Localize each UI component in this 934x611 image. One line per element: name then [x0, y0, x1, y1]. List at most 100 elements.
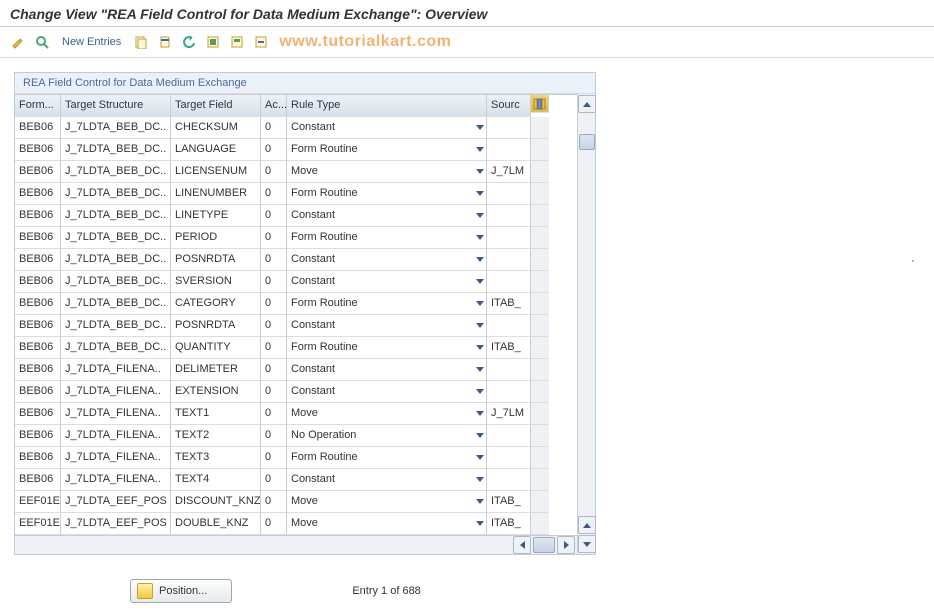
- cell-source[interactable]: ITAB_: [487, 293, 531, 315]
- cell-ac[interactable]: 0: [261, 513, 287, 535]
- cell-source[interactable]: ITAB_: [487, 337, 531, 359]
- cell-target-structure[interactable]: J_7LDTA_BEB_DC..: [61, 337, 171, 359]
- cell-target-field[interactable]: CHECKSUM: [171, 117, 261, 139]
- col-source[interactable]: Sourc: [487, 95, 531, 117]
- cell-target-structure[interactable]: J_7LDTA_EEF_POS: [61, 491, 171, 513]
- cell-ac[interactable]: 0: [261, 271, 287, 293]
- col-form[interactable]: Form...: [15, 95, 61, 117]
- cell-form[interactable]: EEF01E: [15, 513, 61, 535]
- cell-target-structure[interactable]: J_7LDTA_FILENA..: [61, 425, 171, 447]
- undo-icon[interactable]: [179, 32, 199, 52]
- cell-form[interactable]: BEB06: [15, 447, 61, 469]
- cell-source[interactable]: [487, 469, 531, 491]
- vscroll-thumb[interactable]: [579, 134, 595, 150]
- dropdown-icon[interactable]: [476, 125, 484, 130]
- cell-form[interactable]: BEB06: [15, 293, 61, 315]
- cell-source[interactable]: ITAB_: [487, 491, 531, 513]
- other-entry-icon[interactable]: [32, 32, 52, 52]
- cell-source[interactable]: [487, 249, 531, 271]
- cell-source[interactable]: [487, 205, 531, 227]
- dropdown-icon[interactable]: [476, 433, 484, 438]
- cell-rule-type[interactable]: Move: [287, 513, 487, 535]
- cell-form[interactable]: BEB06: [15, 117, 61, 139]
- cell-target-structure[interactable]: J_7LDTA_FILENA..: [61, 447, 171, 469]
- cell-target-field[interactable]: CATEGORY: [171, 293, 261, 315]
- cell-ac[interactable]: 0: [261, 447, 287, 469]
- toggle-display-change-icon[interactable]: [8, 32, 28, 52]
- cell-source[interactable]: [487, 139, 531, 161]
- cell-ac[interactable]: 0: [261, 249, 287, 271]
- cell-target-structure[interactable]: J_7LDTA_BEB_DC..: [61, 271, 171, 293]
- cell-ac[interactable]: 0: [261, 117, 287, 139]
- cell-target-field[interactable]: POSNRDTA: [171, 315, 261, 337]
- select-block-icon[interactable]: [227, 32, 247, 52]
- cell-ac[interactable]: 0: [261, 161, 287, 183]
- dropdown-icon[interactable]: [476, 191, 484, 196]
- cell-form[interactable]: BEB06: [15, 205, 61, 227]
- cell-target-field[interactable]: QUANTITY: [171, 337, 261, 359]
- dropdown-icon[interactable]: [476, 477, 484, 482]
- cell-target-structure[interactable]: J_7LDTA_FILENA..: [61, 403, 171, 425]
- cell-source[interactable]: [487, 271, 531, 293]
- cell-rule-type[interactable]: Constant: [287, 271, 487, 293]
- cell-rule-type[interactable]: Form Routine: [287, 447, 487, 469]
- cell-rule-type[interactable]: Constant: [287, 469, 487, 491]
- cell-rule-type[interactable]: Form Routine: [287, 183, 487, 205]
- cell-rule-type[interactable]: Move: [287, 403, 487, 425]
- dropdown-icon[interactable]: [476, 323, 484, 328]
- cell-source[interactable]: [487, 315, 531, 337]
- cell-ac[interactable]: 0: [261, 403, 287, 425]
- dropdown-icon[interactable]: [476, 521, 484, 526]
- cell-rule-type[interactable]: Form Routine: [287, 337, 487, 359]
- dropdown-icon[interactable]: [476, 301, 484, 306]
- col-rule-type[interactable]: Rule Type: [287, 95, 487, 117]
- cell-form[interactable]: EEF01E: [15, 491, 61, 513]
- cell-target-field[interactable]: LINETYPE: [171, 205, 261, 227]
- cell-ac[interactable]: 0: [261, 139, 287, 161]
- cell-target-field[interactable]: SVERSION: [171, 271, 261, 293]
- cell-target-structure[interactable]: J_7LDTA_EEF_POS: [61, 513, 171, 535]
- cell-target-structure[interactable]: J_7LDTA_BEB_DC..: [61, 249, 171, 271]
- cell-source[interactable]: [487, 117, 531, 139]
- cell-rule-type[interactable]: Constant: [287, 117, 487, 139]
- cell-target-structure[interactable]: J_7LDTA_FILENA..: [61, 469, 171, 491]
- dropdown-icon[interactable]: [476, 499, 484, 504]
- cell-source[interactable]: [487, 359, 531, 381]
- configure-columns-icon[interactable]: [531, 95, 549, 113]
- cell-target-structure[interactable]: J_7LDTA_BEB_DC..: [61, 227, 171, 249]
- cell-rule-type[interactable]: Form Routine: [287, 293, 487, 315]
- cell-rule-type[interactable]: Constant: [287, 249, 487, 271]
- dropdown-icon[interactable]: [476, 235, 484, 240]
- cell-rule-type[interactable]: Move: [287, 491, 487, 513]
- cell-target-field[interactable]: DELIMETER: [171, 359, 261, 381]
- copy-as-icon[interactable]: [131, 32, 151, 52]
- cell-target-structure[interactable]: J_7LDTA_BEB_DC..: [61, 205, 171, 227]
- cell-ac[interactable]: 0: [261, 183, 287, 205]
- cell-target-field[interactable]: TEXT2: [171, 425, 261, 447]
- cell-form[interactable]: BEB06: [15, 315, 61, 337]
- cell-rule-type[interactable]: Constant: [287, 381, 487, 403]
- cell-source[interactable]: [487, 425, 531, 447]
- cell-ac[interactable]: 0: [261, 425, 287, 447]
- cell-ac[interactable]: 0: [261, 205, 287, 227]
- position-button[interactable]: Position...: [130, 579, 232, 603]
- cell-ac[interactable]: 0: [261, 359, 287, 381]
- cell-rule-type[interactable]: No Operation: [287, 425, 487, 447]
- cell-target-structure[interactable]: J_7LDTA_BEB_DC..: [61, 117, 171, 139]
- col-target-field[interactable]: Target Field: [171, 95, 261, 117]
- cell-form[interactable]: BEB06: [15, 271, 61, 293]
- dropdown-icon[interactable]: [476, 411, 484, 416]
- dropdown-icon[interactable]: [476, 257, 484, 262]
- deselect-all-icon[interactable]: [251, 32, 271, 52]
- cell-form[interactable]: BEB06: [15, 381, 61, 403]
- hscroll-left-icon[interactable]: [513, 536, 531, 554]
- cell-form[interactable]: BEB06: [15, 425, 61, 447]
- cell-form[interactable]: BEB06: [15, 183, 61, 205]
- hscroll-thumb[interactable]: [533, 537, 555, 553]
- vertical-scrollbar[interactable]: [577, 94, 595, 554]
- cell-target-field[interactable]: EXTENSION: [171, 381, 261, 403]
- cell-target-structure[interactable]: J_7LDTA_FILENA..: [61, 359, 171, 381]
- cell-rule-type[interactable]: Constant: [287, 205, 487, 227]
- cell-target-field[interactable]: TEXT4: [171, 469, 261, 491]
- cell-source[interactable]: J_7LM: [487, 403, 531, 425]
